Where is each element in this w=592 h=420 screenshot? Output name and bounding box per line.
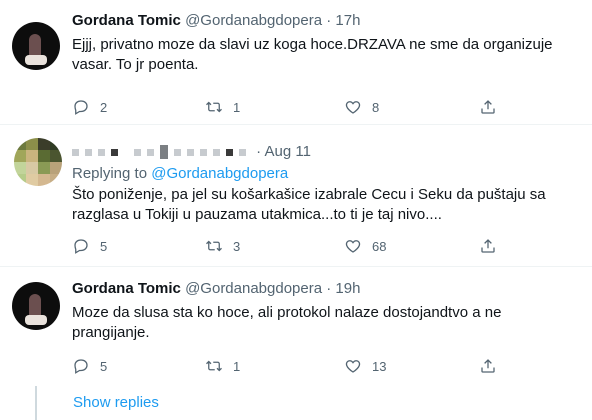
- like-icon: [345, 101, 361, 114]
- tweet-actions: 2 1 8: [72, 97, 502, 117]
- redaction-block: [226, 148, 233, 156]
- avatar[interactable]: [12, 282, 60, 330]
- reply-button[interactable]: 2: [72, 97, 107, 117]
- author-name[interactable]: Gordana Tomic: [72, 12, 181, 29]
- share-button[interactable]: [479, 97, 497, 117]
- reply-count: 5: [100, 238, 108, 254]
- share-icon: [481, 359, 495, 373]
- redaction-block: [85, 148, 92, 156]
- tweet-actions: 5 3 68: [72, 236, 502, 256]
- like-count: 8: [372, 99, 380, 115]
- redaction-block: [160, 145, 168, 160]
- redaction-block: [187, 148, 194, 156]
- redaction-block: [147, 148, 154, 156]
- redaction-block: [200, 148, 207, 156]
- tweet[interactable]: Gordana Tomic @Gordanabgdopera · 19h Moz…: [0, 268, 592, 384]
- tweet-content: Gordana Tomic @Gordanabgdopera · 17h Ejj…: [72, 11, 576, 75]
- timestamp[interactable]: Aug 11: [265, 143, 311, 160]
- separator-dot: ·: [326, 12, 332, 29]
- retweet-count: 1: [233, 99, 241, 115]
- like-icon: [345, 240, 361, 253]
- separator-dot: ·: [256, 143, 262, 160]
- tweet-actions: 5 1 13: [72, 356, 502, 376]
- retweet-button[interactable]: 1: [205, 356, 240, 376]
- author-handle[interactable]: @Gordanabgdopera: [185, 280, 322, 297]
- like-icon: [345, 360, 361, 373]
- avatar-pixel: [14, 174, 26, 186]
- reply-button[interactable]: 5: [72, 236, 107, 256]
- avatar-pixel: [26, 138, 38, 150]
- redaction-block: [98, 148, 105, 156]
- retweet-count: 3: [233, 238, 241, 254]
- redaction-block: [72, 148, 79, 156]
- replying-to: Replying to @Gordanabgdopera: [72, 164, 576, 184]
- redaction-block: [239, 148, 246, 156]
- reply-icon: [74, 239, 88, 254]
- retweet-button[interactable]: 1: [205, 97, 240, 117]
- like-button[interactable]: 68: [344, 236, 386, 256]
- avatar-pixel: [14, 162, 26, 174]
- avatar-pixel: [38, 138, 50, 150]
- avatar-figure-base: [25, 315, 47, 325]
- redaction-block: [111, 148, 118, 156]
- show-replies-link[interactable]: Show replies: [73, 394, 159, 411]
- retweet-icon: [206, 101, 222, 113]
- timestamp[interactable]: 17h: [335, 12, 360, 29]
- redaction-block: [174, 148, 181, 156]
- author-name[interactable]: Gordana Tomic: [72, 280, 181, 297]
- avatar-pixel: [38, 150, 50, 162]
- avatar-pixel: [26, 150, 38, 162]
- tweet-text: Moze da slusa sta ko hoce, ali protokol …: [72, 304, 502, 341]
- timestamp[interactable]: 19h: [335, 280, 360, 297]
- share-button[interactable]: [479, 236, 497, 256]
- reply-icon: [74, 359, 88, 374]
- reply-icon: [74, 100, 88, 115]
- reply-count: 5: [100, 358, 108, 374]
- share-icon: [481, 100, 495, 114]
- like-count: 68: [372, 238, 387, 254]
- reply-button[interactable]: 5: [72, 356, 107, 376]
- tweet[interactable]: Gordana Tomic @Gordanabgdopera · 17h Ejj…: [0, 0, 592, 125]
- tweet-header: · Aug 11: [72, 142, 576, 162]
- share-button[interactable]: [479, 356, 497, 376]
- tweet-content: · Aug 11 Replying to @Gordanabgdopera Št…: [72, 142, 576, 225]
- avatar-pixel: [26, 174, 38, 186]
- tweet-content: Gordana Tomic @Gordanabgdopera · 19h Moz…: [72, 279, 576, 343]
- redaction-block: [134, 148, 141, 156]
- tweet-text: Što poniženje, pa jel su košarkašice iza…: [72, 186, 546, 223]
- thread-line: [35, 386, 37, 420]
- avatar-pixel: [50, 150, 62, 162]
- tweet-header: Gordana Tomic @Gordanabgdopera · 19h: [72, 279, 576, 299]
- avatar-pixel: [38, 162, 50, 174]
- avatar-pixel: [50, 162, 62, 174]
- redacted-author-name: [72, 142, 246, 162]
- tweet-text: Ejjj, privatno moze da slavi uz koga hoc…: [72, 36, 553, 73]
- like-button[interactable]: 8: [344, 97, 379, 117]
- tweet[interactable]: · Aug 11 Replying to @Gordanabgdopera Št…: [0, 126, 592, 267]
- avatar-pixel: [14, 150, 26, 162]
- like-count: 13: [372, 358, 387, 374]
- avatar-pixel: [50, 174, 62, 186]
- replying-mention-link[interactable]: @Gordanabgdopera: [151, 165, 288, 182]
- retweet-icon: [206, 360, 222, 372]
- tweet-header: Gordana Tomic @Gordanabgdopera · 17h: [72, 11, 576, 31]
- avatar[interactable]: [12, 22, 60, 70]
- avatar-figure-base: [25, 55, 47, 65]
- avatar-pixel: [14, 138, 26, 150]
- author-handle[interactable]: @Gordanabgdopera: [185, 12, 322, 29]
- retweet-icon: [206, 240, 222, 252]
- retweet-count: 1: [233, 358, 241, 374]
- redaction-block: [213, 148, 220, 156]
- like-button[interactable]: 13: [344, 356, 386, 376]
- share-icon: [481, 239, 495, 253]
- avatar-pixel: [26, 162, 38, 174]
- avatar-pixel: [38, 174, 50, 186]
- separator-dot: ·: [326, 280, 332, 297]
- avatar[interactable]: [14, 138, 62, 186]
- avatar-pixel: [50, 138, 62, 150]
- retweet-button[interactable]: 3: [205, 236, 240, 256]
- reply-count: 2: [100, 99, 108, 115]
- replying-label: Replying to: [72, 165, 148, 182]
